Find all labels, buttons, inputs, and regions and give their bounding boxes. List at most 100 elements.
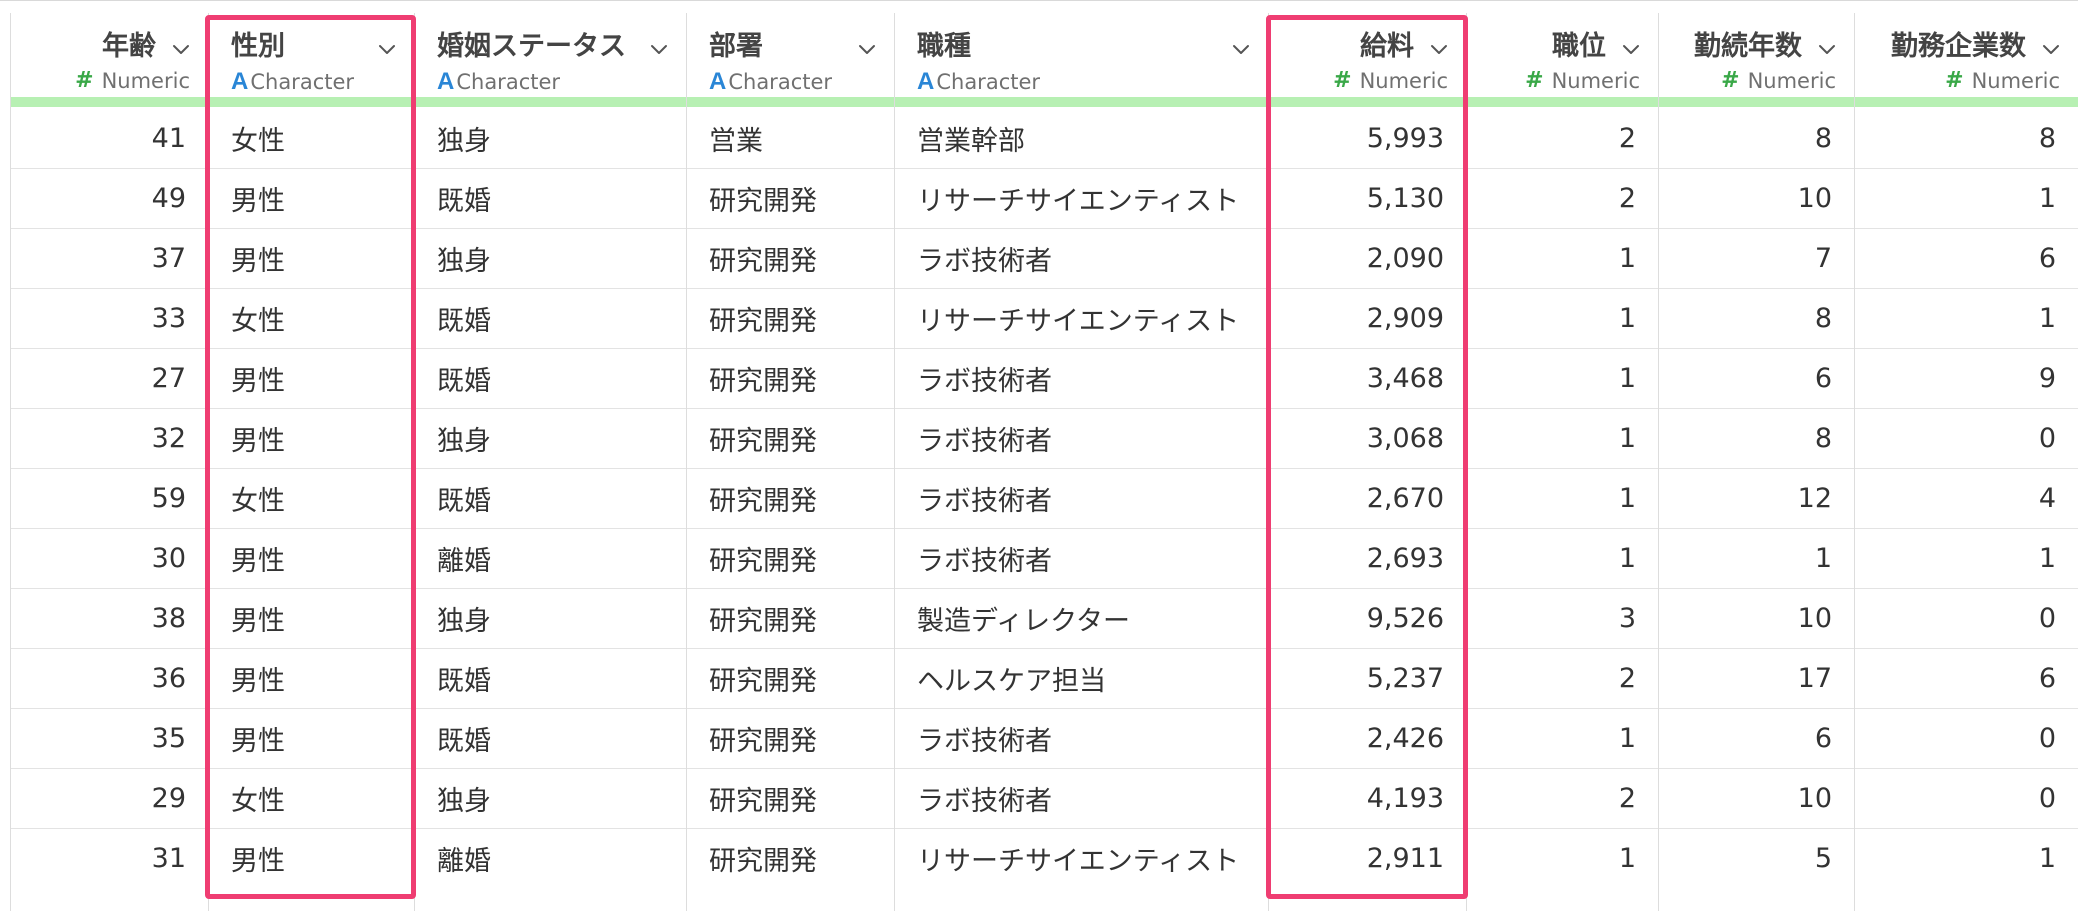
table-cell[interactable]: 4: [1855, 468, 2078, 528]
table-cell[interactable]: 59: [11, 468, 208, 528]
table-cell[interactable]: 6: [1659, 348, 1854, 408]
table-cell[interactable]: 27: [11, 348, 208, 408]
column-header-companies[interactable]: 勤務企業数 # Numeric: [1855, 13, 2078, 107]
table-cell[interactable]: 6: [1659, 708, 1854, 768]
table-cell[interactable]: 研究開発: [687, 528, 894, 588]
table-cell[interactable]: 2,909: [1269, 288, 1466, 348]
table-cell[interactable]: 研究開発: [687, 708, 894, 768]
table-cell[interactable]: 1: [1467, 528, 1658, 588]
column-header-department[interactable]: 部署 A Character: [687, 13, 894, 107]
table-cell[interactable]: 1: [1659, 528, 1854, 588]
table-cell[interactable]: 男性: [209, 528, 414, 588]
chevron-down-icon[interactable]: [650, 40, 668, 58]
chevron-down-icon[interactable]: [2042, 40, 2060, 58]
table-cell[interactable]: 9,526: [1269, 588, 1466, 648]
table-cell[interactable]: 8: [1659, 408, 1854, 468]
table-cell[interactable]: 研究開発: [687, 588, 894, 648]
table-cell[interactable]: 7: [1659, 228, 1854, 288]
column-header-salary[interactable]: 給料 # Numeric: [1269, 13, 1466, 107]
column-header-level[interactable]: 職位 # Numeric: [1467, 13, 1658, 107]
table-cell[interactable]: 既婚: [415, 288, 686, 348]
table-cell[interactable]: 女性: [209, 288, 414, 348]
table-cell[interactable]: 独身: [415, 228, 686, 288]
table-cell[interactable]: ヘルスケア担当: [895, 648, 1268, 708]
table-cell[interactable]: 製造ディレクター: [895, 588, 1268, 648]
table-cell[interactable]: 3,068: [1269, 408, 1466, 468]
table-cell[interactable]: 1: [1855, 288, 2078, 348]
table-cell[interactable]: 研究開発: [687, 168, 894, 228]
table-cell[interactable]: 9: [1855, 348, 2078, 408]
table-cell[interactable]: 3,468: [1269, 348, 1466, 408]
table-cell[interactable]: 女性: [209, 468, 414, 528]
table-cell[interactable]: 研究開発: [687, 468, 894, 528]
table-cell[interactable]: 営業幹部: [895, 108, 1268, 168]
table-cell[interactable]: 35: [11, 708, 208, 768]
table-cell[interactable]: 1: [1467, 828, 1658, 888]
table-cell[interactable]: 3: [1467, 588, 1658, 648]
table-cell[interactable]: 研究開発: [687, 228, 894, 288]
chevron-down-icon[interactable]: [1232, 40, 1250, 58]
table-cell[interactable]: 独身: [415, 108, 686, 168]
table-cell[interactable]: 男性: [209, 648, 414, 708]
table-cell[interactable]: 2: [1467, 168, 1658, 228]
table-cell[interactable]: 2,670: [1269, 468, 1466, 528]
table-cell[interactable]: 研究開発: [687, 348, 894, 408]
table-cell[interactable]: 30: [11, 528, 208, 588]
table-cell[interactable]: 41: [11, 108, 208, 168]
table-cell[interactable]: 既婚: [415, 168, 686, 228]
chevron-down-icon[interactable]: [378, 40, 396, 58]
table-cell[interactable]: 0: [1855, 708, 2078, 768]
table-cell[interactable]: 研究開発: [687, 828, 894, 888]
table-cell[interactable]: 37: [11, 228, 208, 288]
table-cell[interactable]: ラボ技術者: [895, 408, 1268, 468]
table-cell[interactable]: 既婚: [415, 708, 686, 768]
table-cell[interactable]: 5: [1659, 828, 1854, 888]
table-cell[interactable]: ラボ技術者: [895, 468, 1268, 528]
table-cell[interactable]: 36: [11, 648, 208, 708]
table-cell[interactable]: 独身: [415, 408, 686, 468]
table-cell[interactable]: 6: [1855, 648, 2078, 708]
column-header-marital[interactable]: 婚姻ステータス A Character: [415, 13, 686, 107]
table-cell[interactable]: 離婚: [415, 528, 686, 588]
table-cell[interactable]: 研究開発: [687, 648, 894, 708]
column-header-job[interactable]: 職種 A Character: [895, 13, 1268, 107]
table-cell[interactable]: 2,693: [1269, 528, 1466, 588]
table-cell[interactable]: 1: [1467, 348, 1658, 408]
chevron-down-icon[interactable]: [172, 40, 190, 58]
table-cell[interactable]: 6: [1855, 228, 2078, 288]
table-cell[interactable]: 31: [11, 828, 208, 888]
table-cell[interactable]: 女性: [209, 108, 414, 168]
table-cell[interactable]: 1: [1467, 408, 1658, 468]
column-header-gender[interactable]: 性別 A Character: [209, 13, 414, 107]
table-cell[interactable]: 男性: [209, 708, 414, 768]
column-header-years[interactable]: 勤続年数 # Numeric: [1659, 13, 1854, 107]
table-cell[interactable]: 8: [1855, 108, 2078, 168]
table-cell[interactable]: 38: [11, 588, 208, 648]
table-cell[interactable]: 研究開発: [687, 768, 894, 828]
table-cell[interactable]: 12: [1659, 468, 1854, 528]
table-cell[interactable]: 2: [1467, 648, 1658, 708]
table-cell[interactable]: 男性: [209, 228, 414, 288]
table-cell[interactable]: 0: [1855, 588, 2078, 648]
table-cell[interactable]: 1: [1855, 528, 2078, 588]
table-cell[interactable]: 2: [1467, 108, 1658, 168]
table-cell[interactable]: 研究開発: [687, 288, 894, 348]
table-cell[interactable]: 既婚: [415, 468, 686, 528]
table-cell[interactable]: 8: [1659, 288, 1854, 348]
table-cell[interactable]: ラボ技術者: [895, 348, 1268, 408]
table-cell[interactable]: 4,193: [1269, 768, 1466, 828]
table-cell[interactable]: ラボ技術者: [895, 228, 1268, 288]
chevron-down-icon[interactable]: [858, 40, 876, 58]
table-cell[interactable]: 5,237: [1269, 648, 1466, 708]
table-cell[interactable]: 5,993: [1269, 108, 1466, 168]
table-cell[interactable]: 49: [11, 168, 208, 228]
table-cell[interactable]: 既婚: [415, 348, 686, 408]
table-cell[interactable]: 1: [1467, 708, 1658, 768]
table-cell[interactable]: リサーチサイエンティスト: [895, 168, 1268, 228]
table-cell[interactable]: 営業: [687, 108, 894, 168]
table-cell[interactable]: 研究開発: [687, 408, 894, 468]
table-cell[interactable]: ラボ技術者: [895, 768, 1268, 828]
table-cell[interactable]: 男性: [209, 168, 414, 228]
table-cell[interactable]: 0: [1855, 768, 2078, 828]
table-cell[interactable]: 17: [1659, 648, 1854, 708]
